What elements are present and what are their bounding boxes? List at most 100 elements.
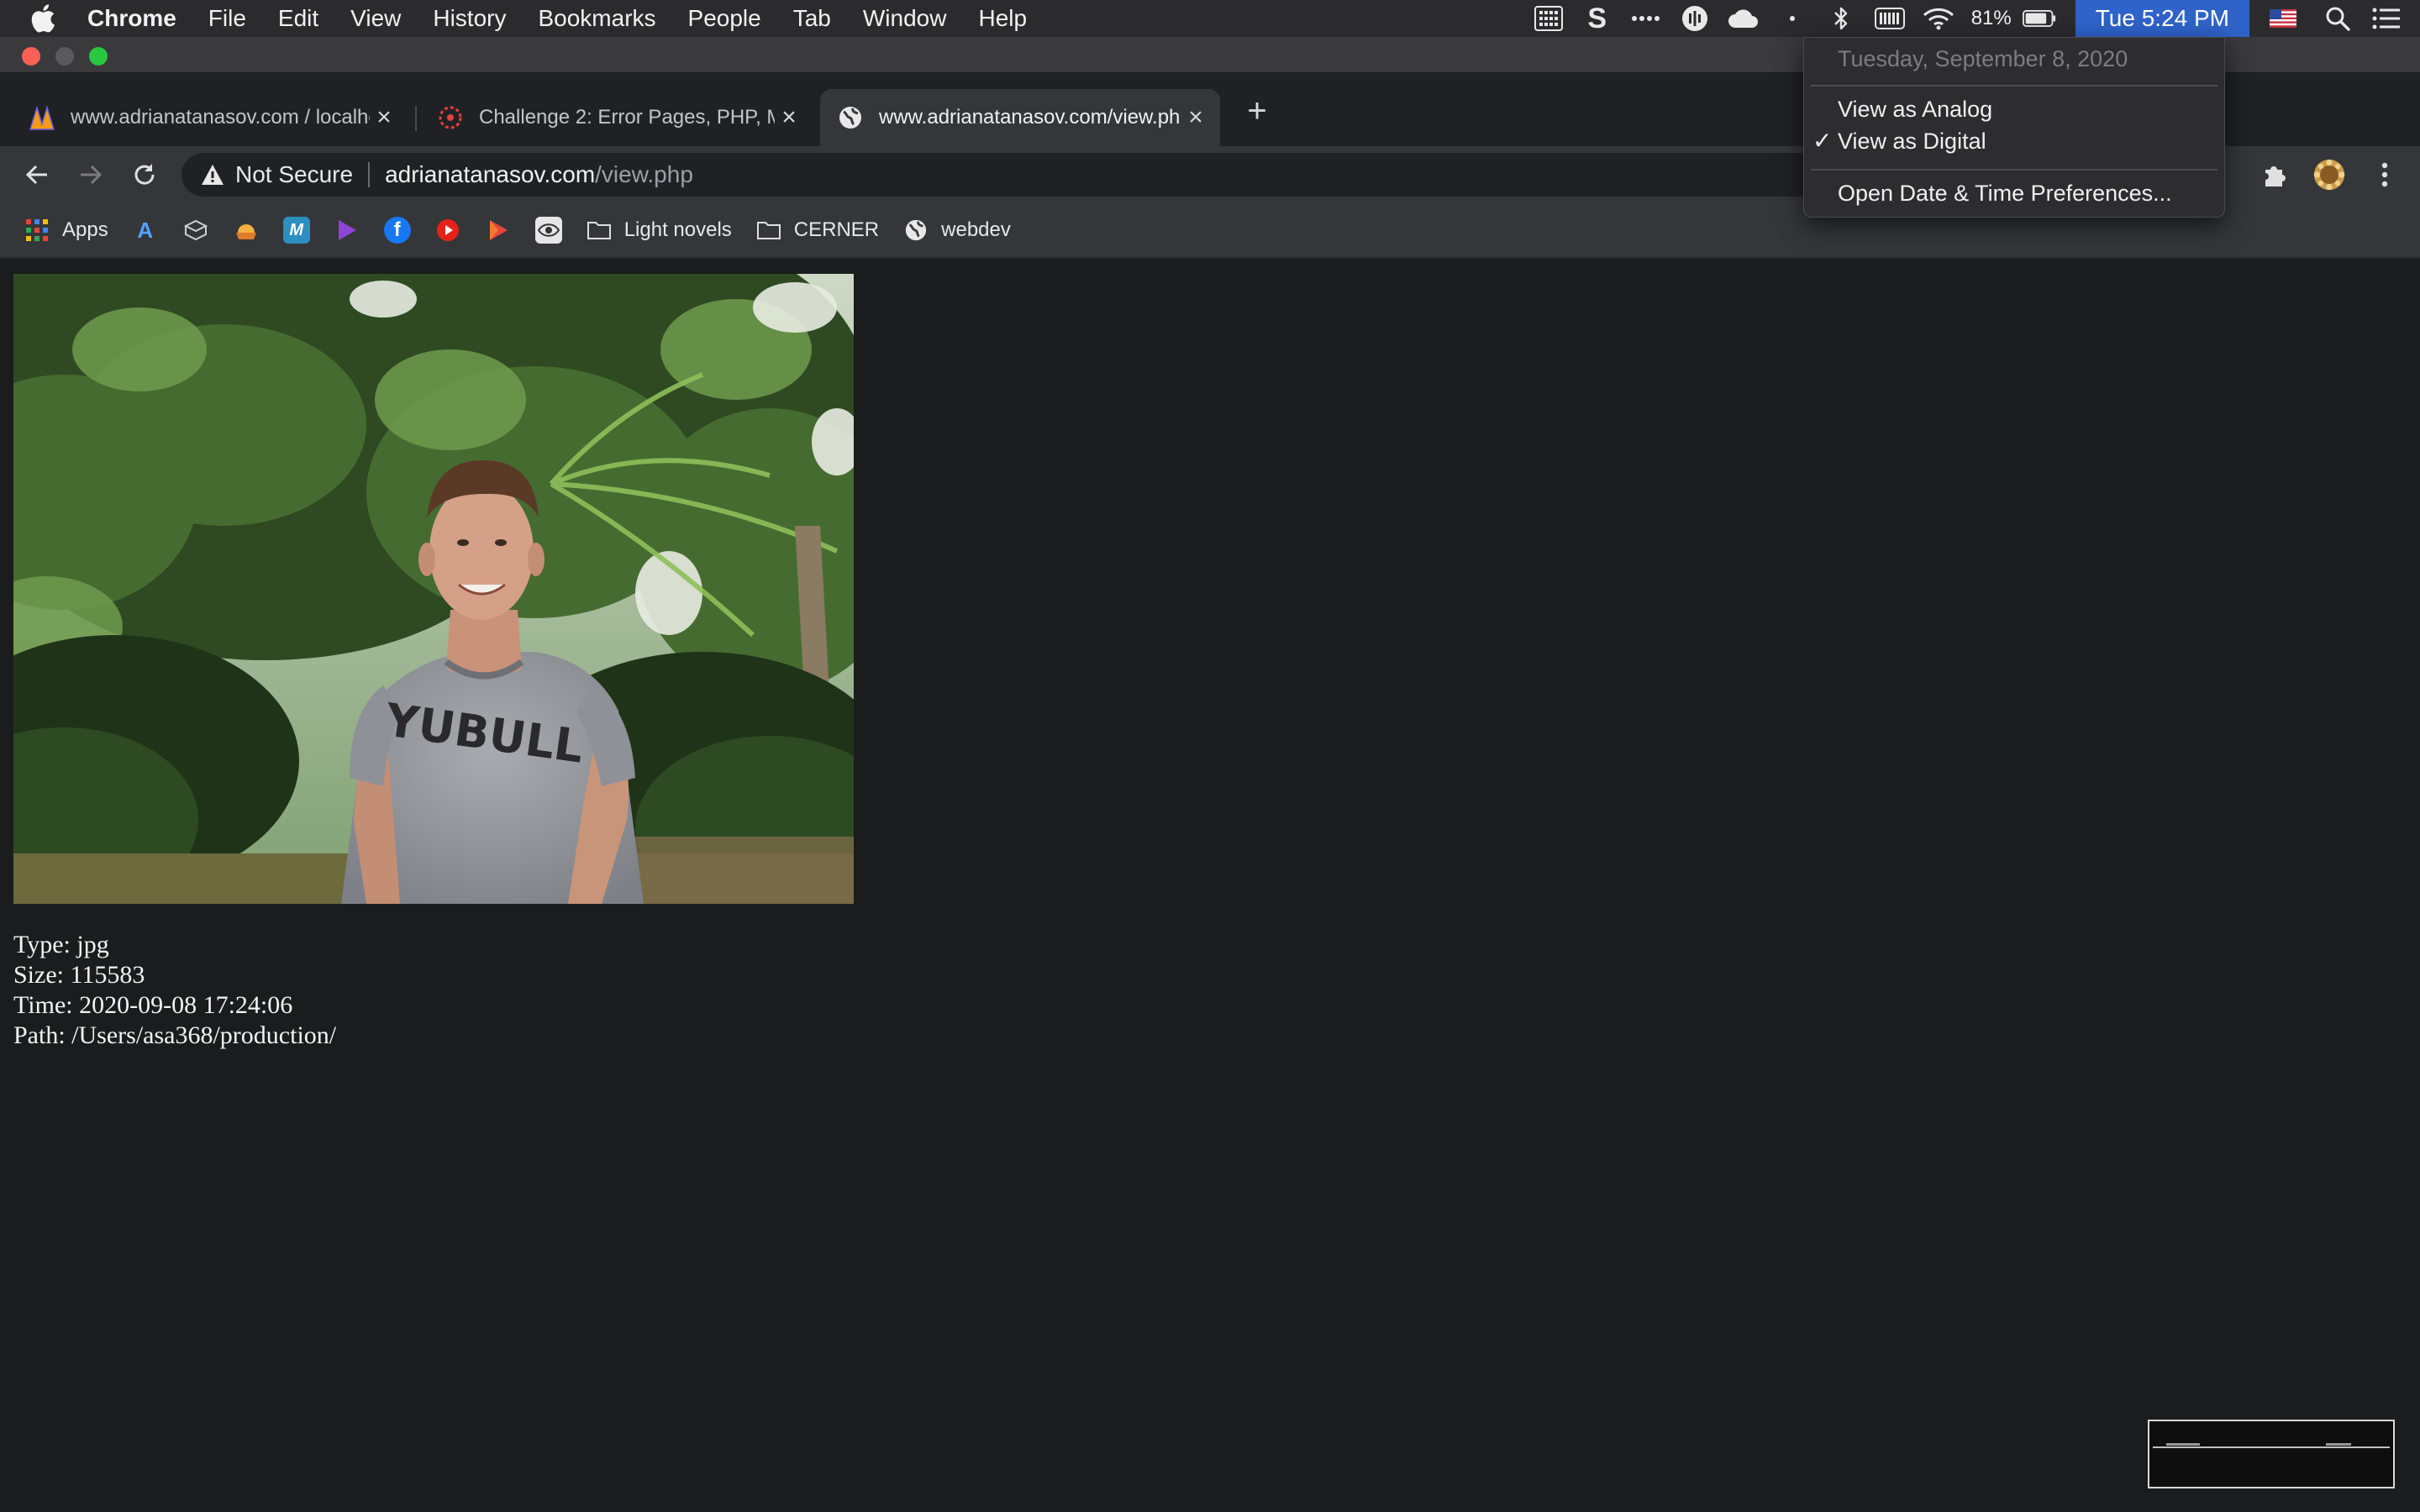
- notification-center-icon[interactable]: [2370, 5, 2403, 32]
- view-as-analog-item[interactable]: View as Analog: [1838, 97, 1992, 123]
- red-arrow-icon: [485, 217, 512, 244]
- bluetooth-icon[interactable]: [1824, 5, 1858, 32]
- menu-help[interactable]: Help: [978, 5, 1027, 32]
- bookmark-label: webdev: [941, 218, 1011, 241]
- menu-people[interactable]: People: [688, 5, 761, 32]
- back-arrow-icon[interactable]: [20, 158, 54, 192]
- bookmark-pie[interactable]: [233, 217, 260, 244]
- bookmark-a-logo[interactable]: A: [132, 217, 159, 244]
- bookmark-webdev[interactable]: webdev: [902, 217, 1011, 244]
- bookmark-folder-cerner[interactable]: CERNER: [755, 217, 879, 244]
- uploaded-photo: YUBULL: [13, 274, 854, 904]
- profile-avatar[interactable]: [2312, 158, 2346, 192]
- view-as-digital-item[interactable]: View as Digital: [1838, 129, 1986, 155]
- bookmark-folder-light-novels[interactable]: Light novels: [586, 217, 732, 244]
- bookmark-label: Apps: [62, 218, 108, 241]
- small-dot-icon[interactable]: [1776, 5, 1809, 32]
- m-logo-icon: M: [282, 217, 310, 244]
- status-area: S 81% Tue 5:24 PM: [1524, 0, 2420, 37]
- battery-percent[interactable]: 81%: [1971, 7, 2012, 30]
- wifi-icon[interactable]: [1922, 5, 1955, 32]
- tab-title: www.adrianatanasov.com / localhost: [71, 106, 370, 129]
- warning-triangle-icon[interactable]: [200, 162, 225, 187]
- bookmark-facebook[interactable]: f: [383, 217, 411, 244]
- forward-arrow-icon[interactable]: [74, 158, 108, 192]
- menu-tab[interactable]: Tab: [793, 5, 831, 32]
- folder-icon: [755, 217, 782, 244]
- eye-icon: [534, 217, 562, 244]
- bookmark-red-arrow[interactable]: [485, 217, 512, 244]
- spotlight-search-icon[interactable]: [2321, 5, 2354, 32]
- cloud-icon[interactable]: [1727, 5, 1760, 32]
- menu-view[interactable]: View: [350, 5, 401, 32]
- clock-menu-date: Tuesday, September 8, 2020: [1838, 46, 2128, 71]
- a-logo-icon: A: [137, 217, 154, 243]
- facebook-icon: f: [383, 217, 411, 244]
- more-dots-icon[interactable]: [1629, 5, 1663, 32]
- bookmark-apps[interactable]: Apps: [24, 217, 108, 244]
- url-host: adrianatanasov.com: [385, 161, 596, 187]
- zoom-window-button[interactable]: [89, 47, 108, 66]
- globe-icon: [902, 217, 929, 244]
- tab-view-php[interactable]: www.adrianatanasov.com/view.php ×: [820, 89, 1220, 146]
- macos-menu-bar: Chrome File Edit View History Bookmarks …: [0, 0, 2420, 37]
- close-tab-icon[interactable]: ×: [1181, 103, 1210, 132]
- bookmark-label: CERNER: [793, 218, 880, 241]
- close-window-button[interactable]: [22, 47, 40, 66]
- youtube-play-icon: [434, 217, 461, 244]
- bookmark-box[interactable]: [182, 217, 209, 244]
- reload-icon[interactable]: [128, 158, 161, 192]
- s-logo-icon[interactable]: S: [1581, 3, 1614, 34]
- checkmark-icon: ✓: [1812, 128, 1833, 154]
- calculator-icon[interactable]: [1532, 5, 1565, 32]
- tab-title: Challenge 2: Error Pages, PHP, MySQL: [479, 106, 775, 129]
- menu-file[interactable]: File: [208, 5, 246, 32]
- menu-edit[interactable]: Edit: [278, 5, 318, 32]
- new-tab-button[interactable]: +: [1240, 92, 1274, 129]
- phpmyadmin-favicon-icon: [29, 104, 55, 131]
- keyboard-icon[interactable]: [1873, 5, 1907, 32]
- globe-favicon-icon: [837, 104, 864, 131]
- tab-localhost[interactable]: www.adrianatanasov.com / localhost ×: [12, 89, 408, 146]
- minimize-window-button[interactable]: [55, 47, 74, 66]
- audio-meter-icon[interactable]: [1678, 5, 1712, 32]
- close-tab-icon[interactable]: ×: [775, 103, 803, 132]
- bookmark-m-logo[interactable]: M: [282, 217, 310, 244]
- bookmark-play[interactable]: [334, 217, 360, 244]
- page-content: YUBULL Type: jpg Size: 115583 Time: 2020…: [0, 260, 2420, 1512]
- canvas-favicon-icon: [437, 104, 464, 131]
- menu-history[interactable]: History: [433, 5, 506, 32]
- tab-title: www.adrianatanasov.com/view.php: [879, 106, 1181, 129]
- extensions-puzzle-icon[interactable]: [2259, 158, 2292, 192]
- bookmark-eye[interactable]: [534, 217, 562, 244]
- bookmark-label: Light novels: [623, 218, 732, 241]
- date-time-preferences-item[interactable]: Open Date & Time Preferences...: [1838, 181, 2172, 207]
- file-time: Time: 2020-09-08 17:24:06: [13, 991, 293, 1019]
- clock-dropdown-menu: Tuesday, September 8, 2020 View as Analo…: [1803, 37, 2225, 218]
- box-icon: [182, 217, 209, 244]
- url-path: /view.php: [595, 161, 693, 187]
- screenshot-thumbnail[interactable]: [2148, 1420, 2395, 1488]
- menu-separator: [1811, 85, 2217, 87]
- apps-grid-icon: [24, 217, 50, 244]
- menubar-clock[interactable]: Tue 5:24 PM: [2075, 0, 2249, 37]
- tab-divider: [415, 106, 417, 131]
- apple-menu-icon[interactable]: [30, 4, 64, 33]
- menu-bookmarks[interactable]: Bookmarks: [538, 5, 655, 32]
- tab-challenge-2[interactable]: Challenge 2: Error Pages, PHP, MySQL ×: [420, 89, 813, 146]
- omnibox-divider: [368, 162, 371, 187]
- bookmark-youtube[interactable]: [434, 217, 461, 244]
- folder-icon: [586, 217, 613, 244]
- menu-separator: [1811, 169, 2217, 171]
- app-name-menu[interactable]: Chrome: [87, 5, 176, 32]
- file-info: Type: jpg Size: 115583 Time: 2020-09-08 …: [13, 930, 336, 1051]
- battery-icon[interactable]: [2022, 5, 2056, 32]
- file-size: Size: 115583: [13, 961, 145, 989]
- menu-window[interactable]: Window: [863, 5, 947, 32]
- chrome-menu-kebab-icon[interactable]: [2368, 158, 2402, 192]
- close-tab-icon[interactable]: ×: [370, 103, 398, 132]
- file-type: Type: jpg: [13, 931, 109, 958]
- play-triangle-icon: [334, 217, 360, 244]
- us-flag-icon[interactable]: [2266, 5, 2300, 32]
- not-secure-label[interactable]: Not Secure: [235, 161, 353, 188]
